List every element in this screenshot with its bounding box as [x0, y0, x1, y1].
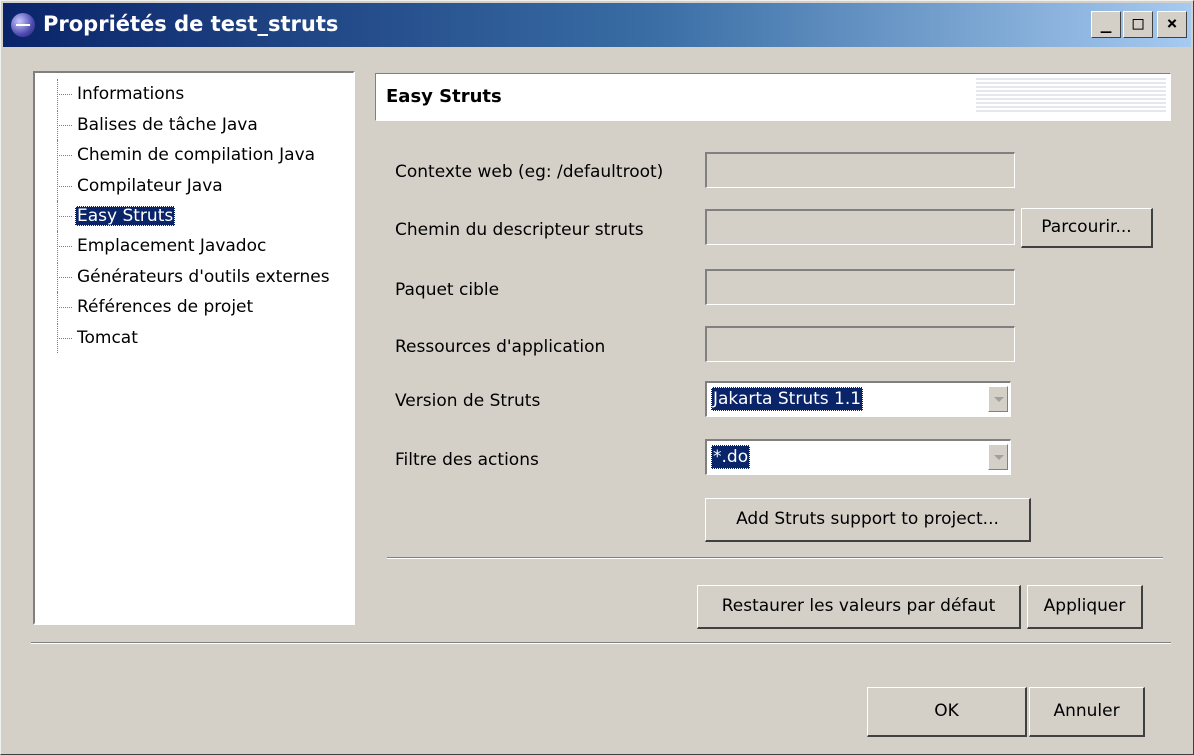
descriptor-path-label: Chemin du descripteur struts [395, 220, 644, 240]
footer-separator [31, 642, 1171, 644]
tree-item-label: Balises de tâche Java [77, 115, 258, 135]
tree-item-java-compiler[interactable]: Compilateur Java [35, 171, 225, 201]
tree-item-label: Références de projet [77, 297, 254, 317]
tree-item-label: Chemin de compilation Java [77, 145, 316, 165]
tree-item-javadoc-location[interactable]: Emplacement Javadoc [35, 231, 268, 261]
window-title: Propriétés de test_struts [43, 12, 339, 36]
app-resources-label: Ressources d'application [395, 337, 606, 357]
apply-button-label: Appliquer [1043, 596, 1126, 616]
action-filter-select[interactable]: *.do [705, 439, 1011, 475]
restore-defaults-button[interactable]: Restaurer les valeurs par défaut [697, 585, 1021, 629]
ok-button-label: OK [934, 701, 959, 721]
tree-item-easy-struts[interactable]: Easy Struts [35, 201, 176, 231]
page-header: Easy Struts [375, 73, 1171, 121]
add-struts-support-button[interactable]: Add Struts support to project... [705, 498, 1031, 542]
tree-connector [57, 323, 75, 353]
chevron-down-icon[interactable] [988, 386, 1008, 412]
tree-item-tomcat[interactable]: Tomcat [35, 323, 140, 353]
struts-version-label: Version de Struts [395, 391, 541, 411]
tree-connector [57, 201, 75, 231]
tree-connector [57, 171, 75, 201]
page-title: Easy Struts [386, 86, 502, 107]
tree-item-external-tool-builders[interactable]: Générateurs d'outils externes [35, 262, 332, 292]
app-resources-input[interactable] [705, 326, 1015, 362]
tree-connector [57, 292, 75, 322]
close-button[interactable]: × [1157, 11, 1187, 38]
restore-defaults-button-label: Restaurer les valeurs par défaut [721, 596, 996, 616]
panel-separator [387, 557, 1163, 559]
action-filter-label: Filtre des actions [395, 450, 539, 470]
tree-item-label: Emplacement Javadoc [77, 236, 267, 256]
apply-button[interactable]: Appliquer [1027, 585, 1143, 629]
maximize-button[interactable]: □ [1123, 11, 1153, 38]
tree-connector [57, 262, 75, 292]
chevron-down-icon[interactable] [988, 444, 1008, 470]
web-context-input[interactable] [705, 152, 1015, 188]
cancel-button[interactable]: Annuler [1029, 687, 1145, 737]
tree-item-label: Générateurs d'outils externes [77, 267, 330, 287]
target-package-input[interactable] [705, 269, 1015, 305]
cancel-button-label: Annuler [1053, 701, 1120, 721]
tree-connector [57, 110, 75, 140]
web-context-label: Contexte web (eg: /defaultroot) [395, 162, 664, 182]
tree-item-project-references[interactable]: Références de projet [35, 292, 255, 322]
tree-item-label: Tomcat [77, 328, 138, 348]
tree-item-label: Compilateur Java [77, 176, 223, 196]
minimize-button[interactable]: _ [1091, 11, 1121, 38]
struts-version-value: Jakarta Struts 1.1 [711, 387, 864, 411]
tree-connector [57, 140, 75, 170]
browse-button[interactable]: Parcourir... [1021, 208, 1153, 248]
eclipse-icon [11, 13, 35, 37]
ok-button[interactable]: OK [867, 687, 1027, 737]
descriptor-path-input[interactable] [705, 209, 1015, 245]
tree-item-label: Informations [77, 84, 185, 104]
tree-item-java-task-tags[interactable]: Balises de tâche Java [35, 110, 260, 140]
properties-dialog: Propriétés de test_struts _ □ × Informat… [0, 0, 1194, 755]
tree-connector [57, 231, 75, 261]
struts-version-select[interactable]: Jakarta Struts 1.1 [705, 381, 1011, 417]
tree-connector [57, 79, 75, 109]
category-tree[interactable]: Informations Balises de tâche Java Chemi… [33, 71, 355, 625]
add-struts-support-button-label: Add Struts support to project... [736, 509, 999, 529]
action-filter-value: *.do [711, 445, 751, 469]
tree-item-informations[interactable]: Informations [35, 79, 186, 109]
tree-item-java-build-path[interactable]: Chemin de compilation Java [35, 140, 317, 170]
tree-item-label: Easy Struts [75, 206, 176, 226]
header-decoration [976, 78, 1166, 114]
target-package-label: Paquet cible [395, 280, 500, 300]
browse-button-label: Parcourir... [1041, 217, 1132, 237]
title-bar[interactable]: Propriétés de test_struts _ □ × [3, 3, 1191, 47]
